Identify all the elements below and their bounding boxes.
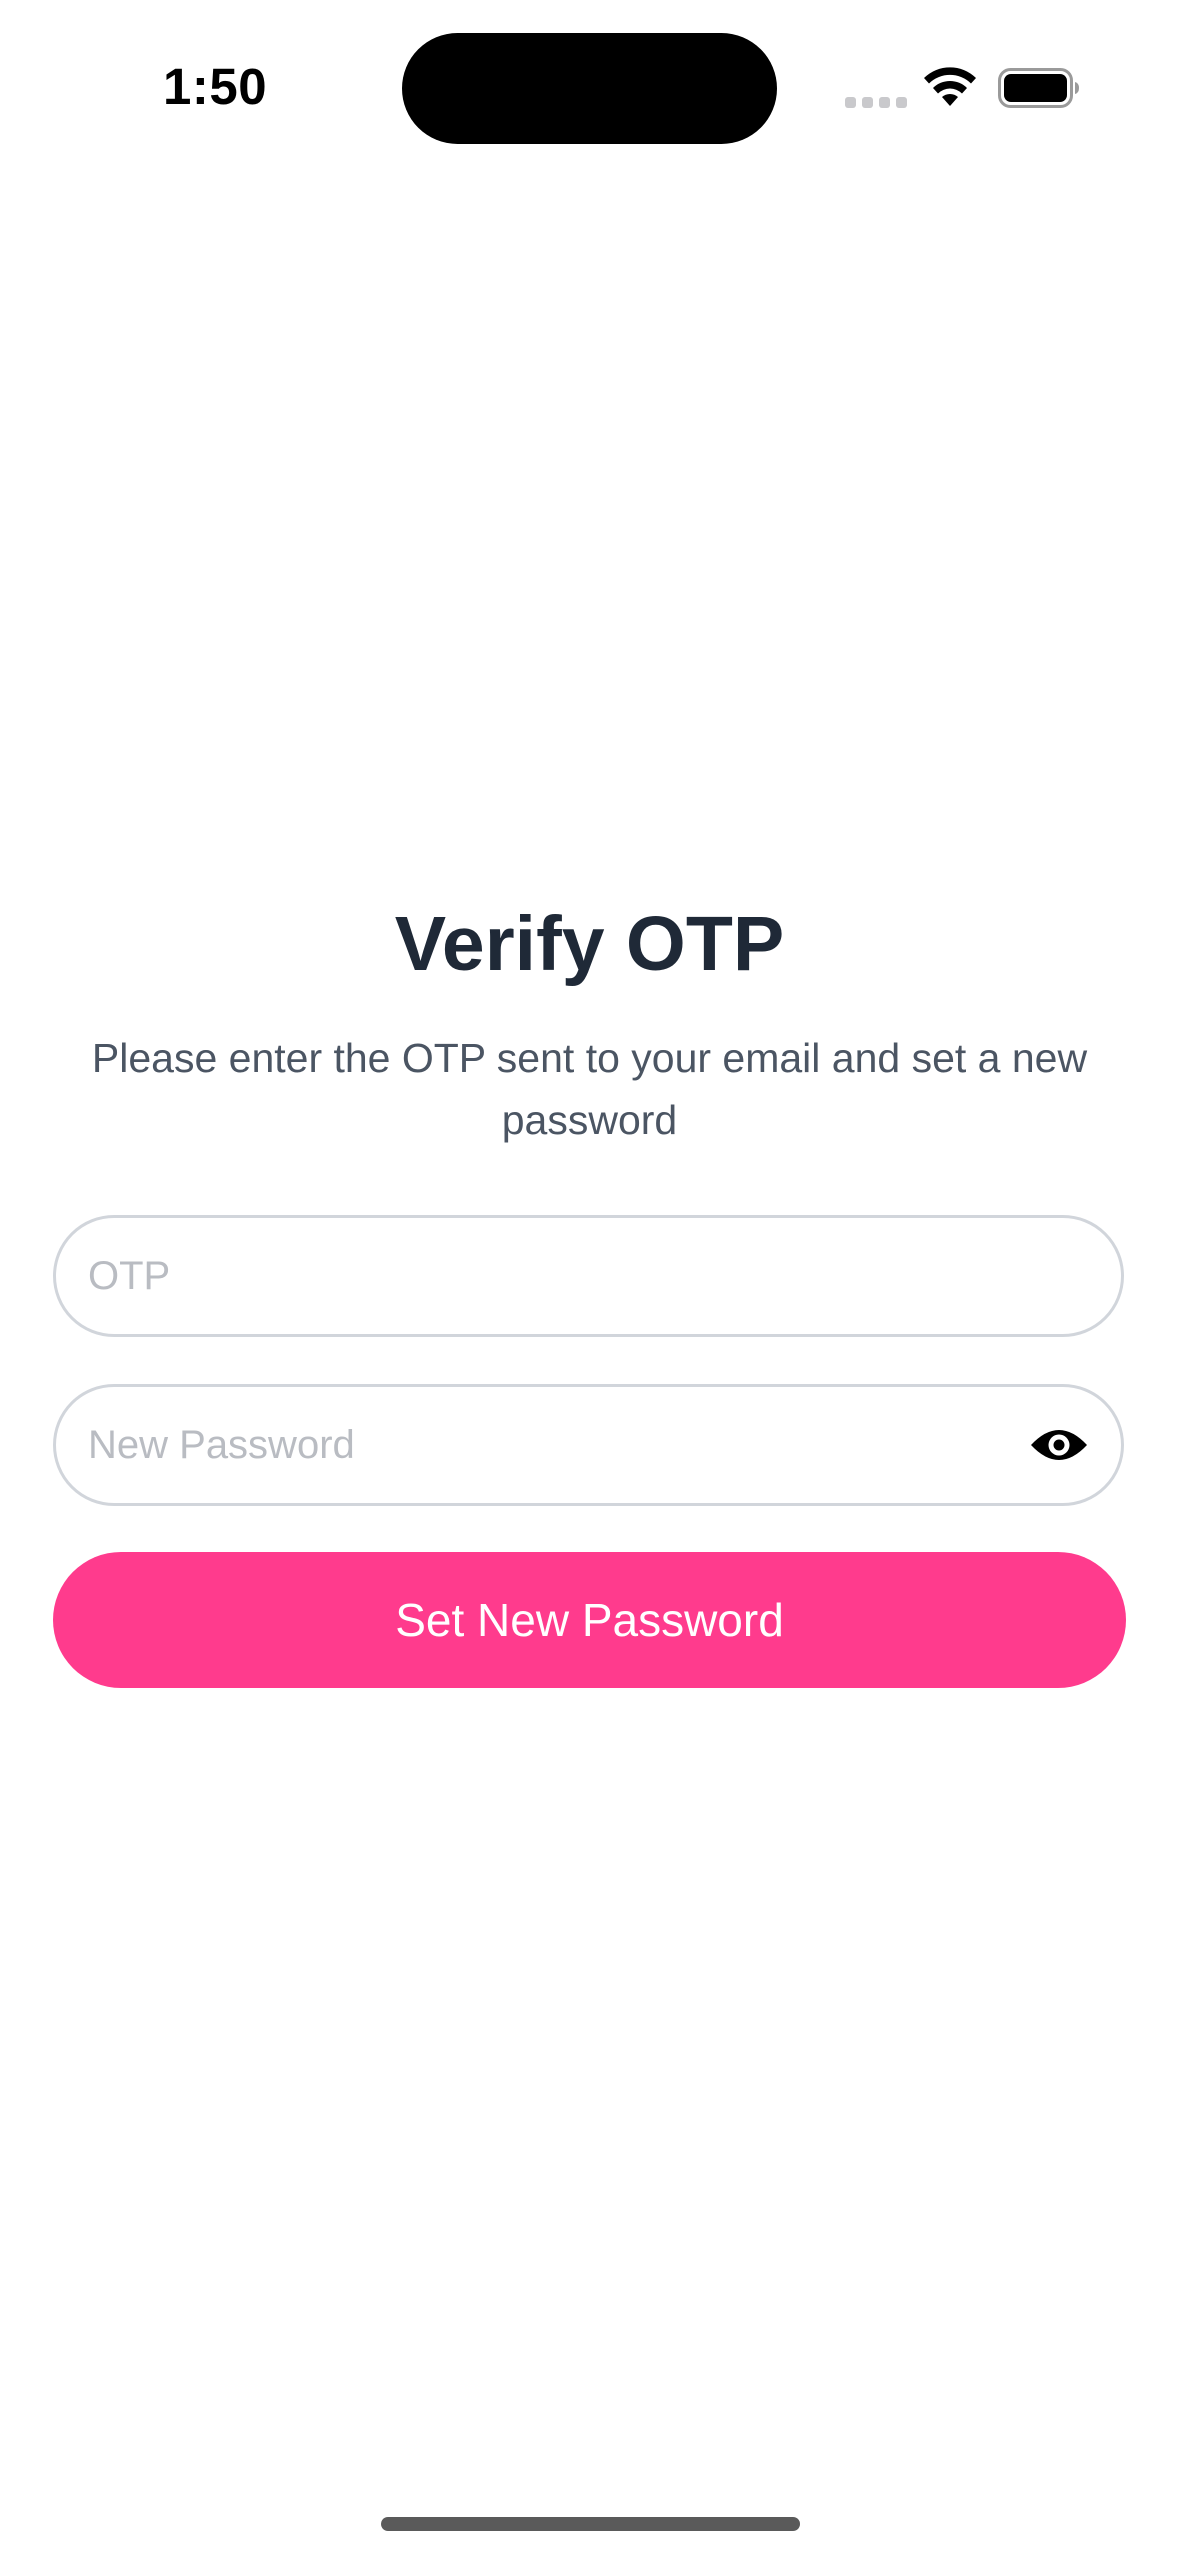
otp-field[interactable] <box>53 1215 1124 1337</box>
wifi-icon <box>924 67 976 106</box>
set-new-password-button[interactable]: Set New Password <box>53 1552 1126 1688</box>
dynamic-island <box>402 33 777 144</box>
otp-input[interactable] <box>88 1218 1018 1334</box>
battery-icon <box>998 68 1079 108</box>
page-subtitle: Please enter the OTP sent to your email … <box>91 1035 1088 1143</box>
new-password-field[interactable] <box>53 1384 1124 1506</box>
new-password-input[interactable] <box>88 1387 1018 1503</box>
home-indicator[interactable] <box>381 2517 800 2531</box>
page-title: Verify OTP <box>394 901 785 987</box>
verify-otp-screen: 1:50 Verify OTP Please enter the OTP sen… <box>0 0 1179 2556</box>
eye-icon[interactable] <box>1029 1419 1089 1471</box>
status-bar-time: 1:50 <box>163 58 268 115</box>
cellular-signal-icon <box>845 97 907 108</box>
